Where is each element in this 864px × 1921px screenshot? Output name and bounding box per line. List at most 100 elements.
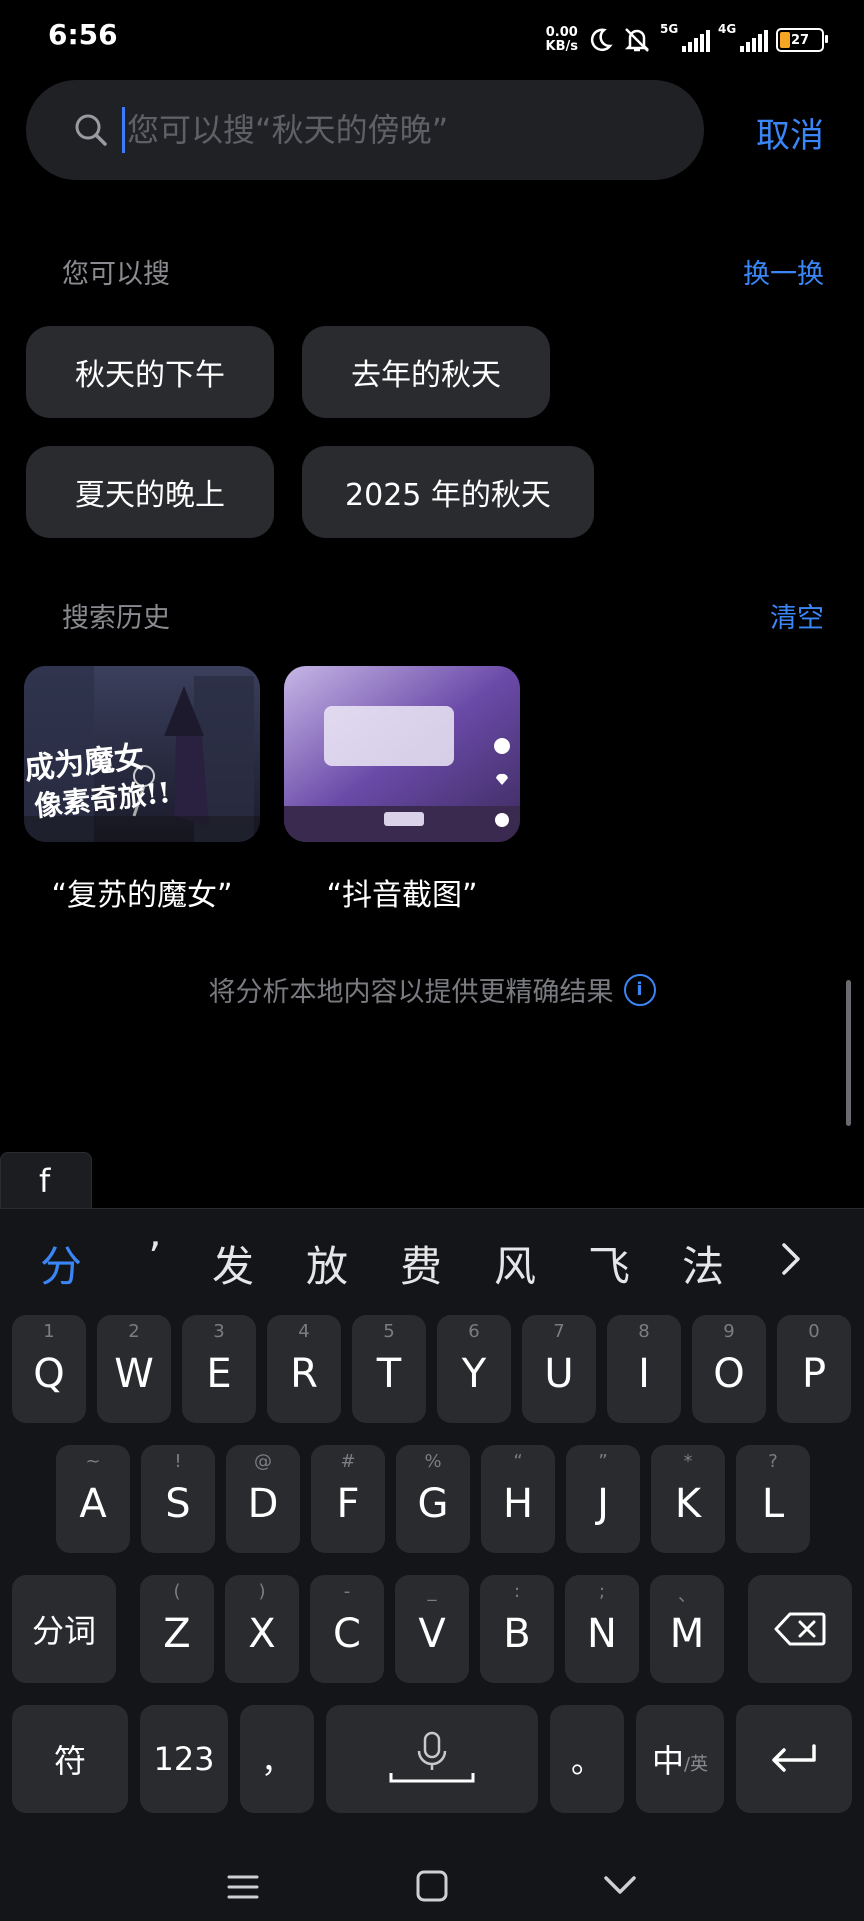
key-label: L [761, 1481, 785, 1527]
key-i[interactable]: 8I [607, 1315, 681, 1423]
key-s[interactable]: ! S [141, 1445, 215, 1553]
video-screenshot-image [284, 666, 520, 842]
candidate-bar: 分 ’ 发 放 费 风 飞 法 [0, 1209, 864, 1309]
key-g[interactable]: % G [396, 1445, 470, 1553]
key-label: Y [461, 1351, 487, 1397]
key-r[interactable]: 4R [267, 1315, 341, 1423]
clear-history-button[interactable]: 清空 [770, 596, 824, 635]
key-hint: ( [173, 1581, 181, 1602]
key-u[interactable]: 7U [522, 1315, 596, 1423]
key-label: U [544, 1351, 574, 1397]
numbers-key[interactable]: 123 [140, 1705, 228, 1813]
key-h[interactable]: “H [481, 1445, 555, 1553]
language-switch-key[interactable]: 中/英 [636, 1705, 724, 1813]
key-label: W [114, 1351, 154, 1397]
comma-key[interactable]: ， [240, 1705, 314, 1813]
key-c[interactable]: -C [310, 1575, 384, 1683]
candidate-word[interactable]: 发 [212, 1233, 254, 1294]
key-hint: ! [174, 1451, 182, 1472]
enter-key[interactable] [736, 1705, 852, 1813]
key-label: T [376, 1351, 402, 1397]
status-time: 6:56 [48, 18, 118, 51]
search-input[interactable] [127, 111, 647, 149]
key-p[interactable]: 0P [777, 1315, 851, 1423]
candidate-word[interactable]: 费 [400, 1233, 442, 1294]
info-icon[interactable]: i [623, 973, 656, 1006]
key-t[interactable]: 5T [352, 1315, 426, 1423]
signal-5g-icon: 5G [660, 22, 710, 52]
key-hint: : [513, 1581, 521, 1602]
key-label: X [248, 1611, 276, 1657]
chevron-down-icon[interactable] [600, 1870, 640, 1900]
key-e[interactable]: 3E [182, 1315, 256, 1423]
key-d[interactable]: @ D [226, 1445, 300, 1553]
key-label: G [417, 1481, 449, 1527]
key-n[interactable]: ; N [565, 1575, 639, 1683]
key-hint: 5 [383, 1321, 395, 1342]
key-hint: ; [598, 1581, 606, 1602]
key-label: J [597, 1481, 609, 1527]
history-item-caption[interactable]: “抖音截图” [284, 870, 520, 914]
key-hint: # [340, 1451, 356, 1472]
network-speed: 0.00 KB/s [546, 26, 578, 54]
speed-unit: KB/s [545, 39, 578, 54]
key-y[interactable]: 6Y [437, 1315, 511, 1423]
candidate-word[interactable]: 法 [682, 1233, 724, 1294]
key-k[interactable]: * K [651, 1445, 725, 1553]
home-icon[interactable] [414, 1868, 450, 1904]
key-x[interactable]: ) X [225, 1575, 299, 1683]
key-z[interactable]: (Z [140, 1575, 214, 1683]
backspace-icon [774, 1612, 826, 1646]
key-hint: 7 [553, 1321, 565, 1342]
key-label: Q [33, 1351, 65, 1397]
key-b[interactable]: :B [480, 1575, 554, 1683]
key-o[interactable]: 9O [692, 1315, 766, 1423]
candidate-word[interactable]: 风 [494, 1233, 536, 1294]
key-hint: 6 [468, 1321, 480, 1342]
period-label: 。 [570, 1742, 603, 1780]
candidate-word[interactable]: 飞 [588, 1233, 630, 1294]
candidate-word[interactable]: 放 [306, 1233, 348, 1294]
period-key[interactable]: 。 [550, 1705, 624, 1813]
history-item-caption[interactable]: “复苏的魔女” [24, 870, 260, 914]
backspace-key[interactable] [748, 1575, 852, 1683]
search-bar[interactable] [26, 80, 704, 180]
key-f[interactable]: # F [311, 1445, 385, 1553]
menu-icon[interactable] [226, 1870, 260, 1904]
comma-label: ， [260, 1742, 293, 1780]
refresh-suggestions-button[interactable]: 换一换 [743, 252, 824, 291]
cancel-button[interactable]: 取消 [756, 108, 824, 157]
candidate-word[interactable]: ’ [148, 1233, 161, 1282]
key-hint: ) [258, 1581, 266, 1602]
key-label: C [333, 1611, 361, 1657]
suggestion-chip[interactable]: 2025 年的秋天 [302, 446, 594, 538]
history-item-thumbnail[interactable] [284, 666, 520, 842]
symbols-label: 符 [53, 1742, 86, 1780]
key-a[interactable]: ~ A [56, 1445, 130, 1553]
enter-icon [772, 1744, 816, 1772]
keyboard: 分 ’ 发 放 费 风 飞 法 1Q2W3E4R5T6Y7U8I9O0P ~ A!… [0, 1208, 864, 1921]
space-key[interactable] [326, 1705, 538, 1813]
suggestion-chip[interactable]: 秋天的下午 [26, 326, 274, 418]
candidate-word[interactable]: 分 [40, 1233, 82, 1294]
key-m[interactable]: 、 M [650, 1575, 724, 1683]
history-item-thumbnail[interactable]: 成为魔女 像素奇旅!! [24, 666, 260, 842]
key-l[interactable]: ? L [736, 1445, 810, 1553]
local-analysis-note: 将分析本地内容以提供更精确结果 i [0, 970, 864, 1009]
scrollbar[interactable] [846, 980, 851, 1126]
symbols-key[interactable]: 符 [12, 1705, 128, 1813]
key-hint: % [424, 1451, 442, 1472]
lang-main-label: 中 [651, 1742, 684, 1780]
key-label: N [587, 1611, 617, 1657]
suggestion-chip[interactable]: 夏天的晚上 [26, 446, 274, 538]
key-j[interactable]: ” J [566, 1445, 640, 1553]
suggestion-chip[interactable]: 去年的秋天 [302, 326, 550, 418]
composing-text: f [0, 1152, 92, 1208]
key-w[interactable]: 2W [97, 1315, 171, 1423]
key-v[interactable]: _ V [395, 1575, 469, 1683]
chevron-right-icon[interactable] [776, 1239, 806, 1279]
key-label: A [79, 1481, 107, 1527]
key-label: P [801, 1351, 827, 1397]
fenci-key[interactable]: 分词 [12, 1575, 116, 1683]
key-q[interactable]: 1Q [12, 1315, 86, 1423]
